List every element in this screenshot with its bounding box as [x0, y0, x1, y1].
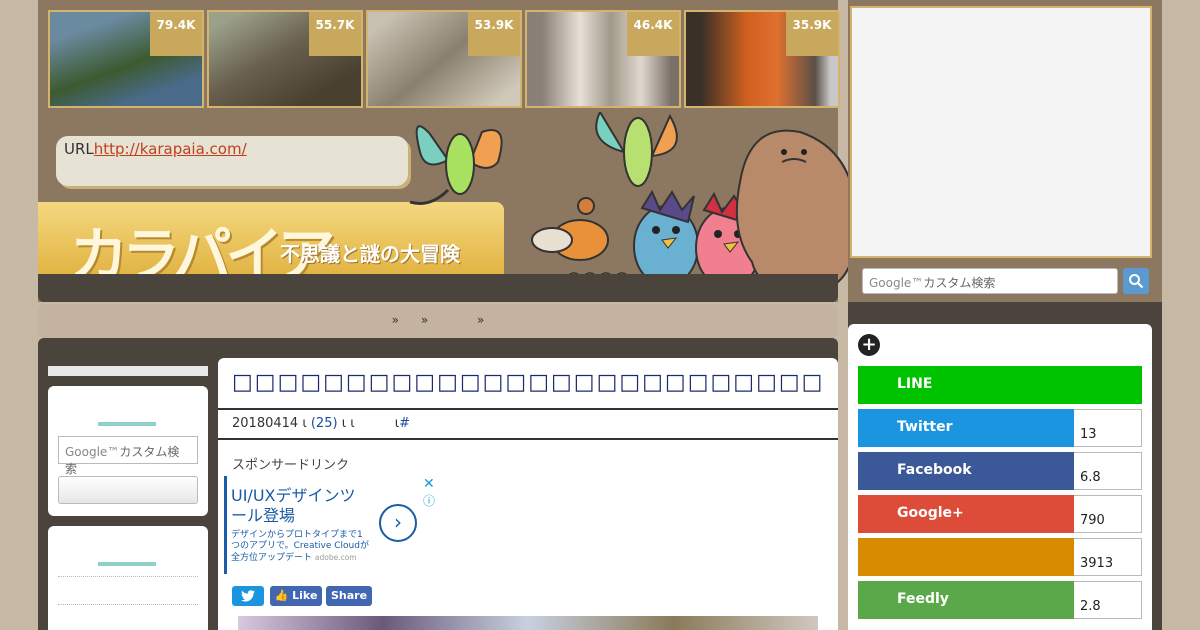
left-search-widget: Google™カスタム検索	[48, 386, 208, 516]
meta-sep: ι	[302, 416, 307, 431]
url-box: URLhttp://karapaia.com/	[56, 136, 408, 186]
nav-separator[interactable]: »	[392, 313, 399, 327]
site-url-link[interactable]: http://karapaia.com/	[94, 140, 247, 158]
twitter-bird-icon	[241, 590, 255, 602]
sponsor-label: スポンサードリンク	[232, 458, 350, 473]
thumb-count: 35.9K	[786, 12, 838, 56]
ad-info-icon[interactable]: ⓘ	[423, 492, 435, 509]
site-header: 79.4K 55.7K 53.9K 46.4K 35.9K URLhttp://…	[38, 0, 858, 302]
fairy-left-icon	[409, 125, 503, 205]
blue-bird-icon	[633, 189, 699, 287]
share-label-googleplus[interactable]: Google+	[858, 495, 1074, 533]
share-count-twitter: 13	[1074, 409, 1142, 447]
share-label-facebook[interactable]: Facebook	[858, 452, 1074, 490]
right-search-input[interactable]: Google™カスタム検索	[862, 268, 1118, 294]
article-date: 20180414	[232, 416, 299, 431]
page: 79.4K 55.7K 53.9K 46.4K 35.9K URLhttp://…	[38, 0, 1162, 630]
fairy-center-icon	[595, 112, 678, 187]
ad-close-icon[interactable]: ✕	[423, 476, 435, 492]
thumb-count: 53.9K	[468, 12, 520, 56]
widget-accent-bar	[98, 562, 156, 566]
thumb-count: 46.4K	[627, 12, 679, 56]
ad-description: デザインからプロトタイプまで1つのアプリで。Creative Cloudが全方位…	[231, 530, 371, 564]
bee-icon	[531, 197, 609, 261]
popular-thumb-3[interactable]: 53.9K	[366, 10, 522, 108]
article-title[interactable]: □□□□□□□□□□□□□□□□□□□□□□□□□□□□□□□□□	[232, 370, 822, 395]
left-search-input[interactable]: Google™カスタム検索	[58, 436, 198, 476]
url-label: URL	[64, 140, 94, 158]
share-label-twitter[interactable]: Twitter	[858, 409, 1074, 447]
meta-sep: ι ι	[341, 416, 355, 431]
ad-headline[interactable]: UI/UXデザインツール登場	[231, 486, 361, 526]
tweet-button[interactable]	[232, 586, 264, 606]
mascot-characters-illustration	[409, 112, 858, 294]
share-row-line[interactable]: LINE	[858, 366, 1142, 404]
share-count-hatena: 3913	[1074, 538, 1142, 576]
share-count-feedly: 2.8	[1074, 581, 1142, 619]
share-label-line[interactable]: LINE	[858, 366, 1142, 404]
article-meta: 20180414 ι (25) ι ι ι#	[232, 416, 410, 431]
thumbs-up-icon: 👍	[274, 589, 289, 602]
comment-count-link[interactable]: (25)	[311, 416, 338, 431]
facebook-like-button[interactable]: 👍 Like	[270, 586, 322, 606]
nav-separator[interactable]: »	[477, 313, 484, 327]
thumb-count: 55.7K	[309, 12, 361, 56]
right-ad-slot[interactable]	[850, 6, 1152, 258]
share-row-twitter[interactable]: Twitter 13	[858, 409, 1142, 447]
sponsored-ad[interactable]: UI/UXデザインツール登場 デザインからプロトタイプまで1つのアプリで。Cre…	[224, 476, 438, 574]
share-row-facebook[interactable]: Facebook 6.8	[858, 452, 1142, 490]
plus-icon[interactable]: +	[858, 334, 880, 356]
share-panel: + LINE Twitter 13 Facebook 6.8 Google+ 7…	[848, 324, 1152, 630]
search-suffix: カスタム検索	[923, 276, 996, 290]
google-label: Google™	[869, 276, 924, 290]
popular-thumb-5[interactable]: 35.9K	[684, 10, 840, 108]
left-column-header-strip	[48, 366, 208, 376]
list-divider	[58, 576, 198, 577]
share-count-googleplus: 790	[1074, 495, 1142, 533]
popular-thumb-4[interactable]: 46.4K	[525, 10, 681, 108]
article: □□□□□□□□□□□□□□□□□□□□□□□□□□□□□□□□□ 201804…	[218, 358, 838, 630]
title-divider	[218, 408, 838, 410]
share-label-hatena[interactable]	[858, 538, 1074, 576]
article-image	[238, 616, 818, 630]
popular-thumb-2[interactable]: 55.7K	[207, 10, 363, 108]
google-label: Google™	[65, 445, 120, 459]
popular-thumb-1[interactable]: 79.4K	[48, 10, 204, 108]
facebook-share-button[interactable]: Share	[326, 586, 372, 606]
like-label: Like	[292, 589, 318, 602]
share-row-hatena[interactable]: 3913	[858, 538, 1142, 576]
share-count-facebook: 6.8	[1074, 452, 1142, 490]
meta-divider	[218, 438, 838, 440]
hash-link[interactable]: #	[399, 416, 410, 431]
ad-arrow-icon[interactable]: ›	[379, 504, 417, 542]
thumb-count: 79.4K	[150, 12, 202, 56]
widget-accent-bar	[98, 422, 156, 426]
breadcrumb-nav: » » »	[38, 304, 838, 338]
share-label-feedly[interactable]: Feedly	[858, 581, 1074, 619]
search-icon[interactable]	[1123, 268, 1149, 294]
share-row-googleplus[interactable]: Google+ 790	[858, 495, 1142, 533]
share-row-feedly[interactable]: Feedly 2.8	[858, 581, 1142, 619]
ad-domain: adobe.com	[314, 553, 357, 562]
kiwi-creature-icon	[735, 129, 858, 294]
left-list-widget	[48, 526, 208, 630]
list-divider	[58, 604, 198, 605]
left-search-button[interactable]	[58, 476, 198, 504]
nav-separator[interactable]: »	[421, 313, 428, 327]
header-bottom-bar	[38, 274, 838, 302]
